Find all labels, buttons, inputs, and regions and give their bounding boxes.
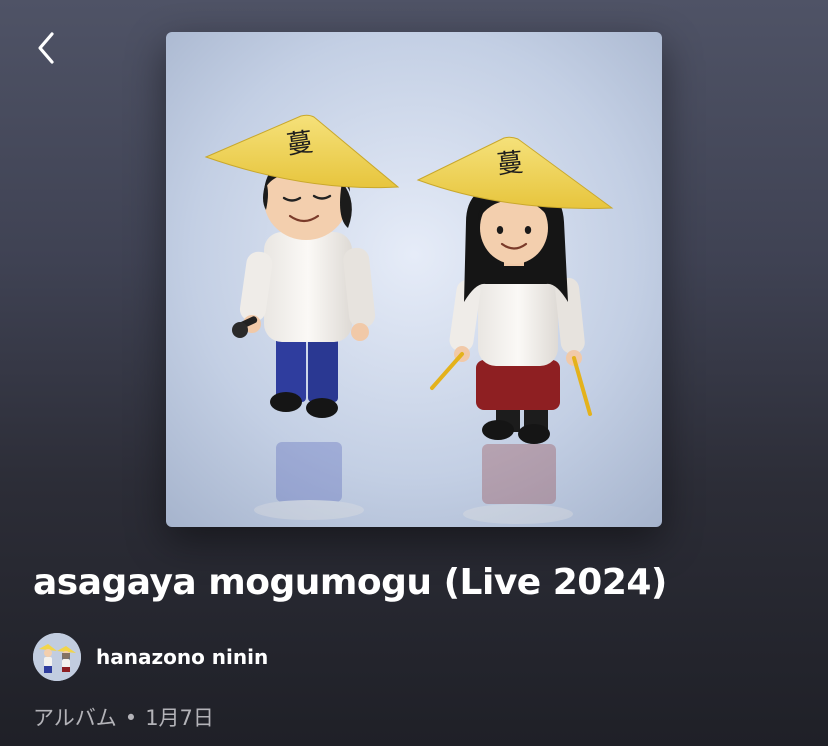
meta-separator: • [124,706,138,730]
album-cover: 蔓 蔓 [166,32,662,527]
album-type: アルバム [33,706,117,730]
artist-name: hanazono ninin [96,645,269,669]
back-button[interactable] [26,26,66,70]
release-date: 1月7日 [145,706,214,730]
artist-avatar [33,633,81,681]
chevron-left-icon [38,32,54,64]
album-title: asagaya mogumogu (Live 2024) [33,562,667,603]
album-meta: アルバム • 1月7日 [33,702,214,732]
artist-link[interactable]: hanazono ninin [33,633,268,681]
svg-text:蔓: 蔓 [496,148,525,181]
svg-text:蔓: 蔓 [285,127,315,160]
